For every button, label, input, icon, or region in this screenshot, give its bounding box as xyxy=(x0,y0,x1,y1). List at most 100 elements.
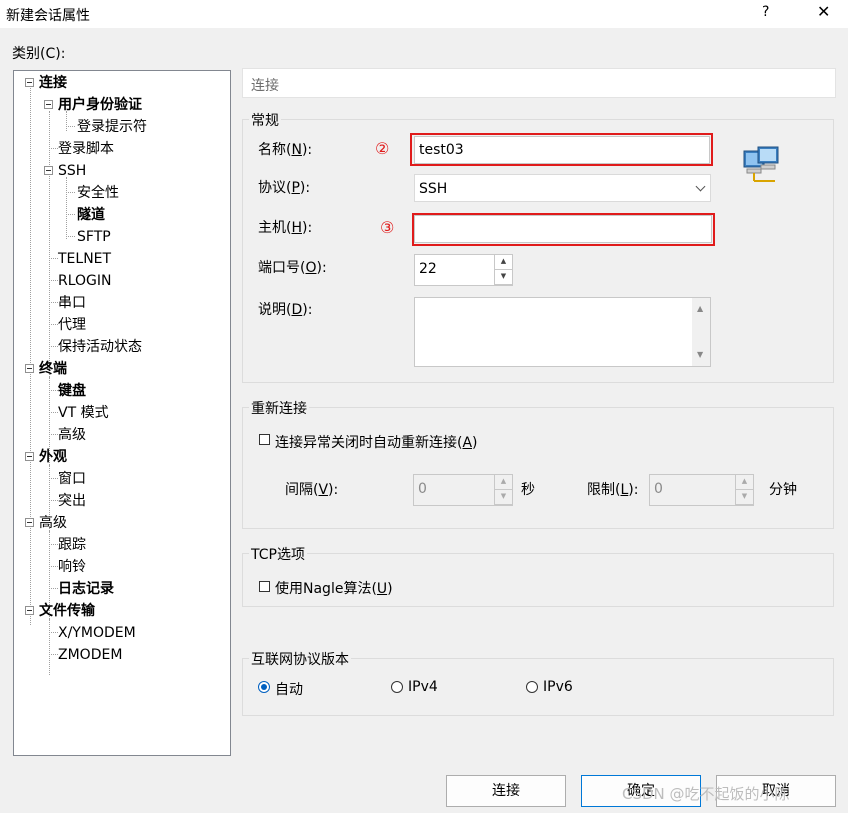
radio-ipv4-label[interactable]: IPv4 xyxy=(408,679,438,695)
tree-line xyxy=(49,478,58,479)
tree-line xyxy=(66,192,75,193)
tree-item-terminal[interactable]: 终端 xyxy=(39,360,67,378)
collapse-icon[interactable] xyxy=(44,100,53,109)
interval-unit: 秒 xyxy=(521,482,535,498)
radio-auto-label[interactable]: 自动 xyxy=(275,679,303,699)
scroll-down-icon[interactable]: ▼ xyxy=(697,350,703,359)
tree-item-appearance[interactable]: 外观 xyxy=(39,448,67,466)
radio-ipv6[interactable] xyxy=(526,681,538,693)
port-field[interactable]: 22 ▲ ▼ xyxy=(414,254,513,286)
tree-item-connection[interactable]: 连接 xyxy=(39,74,67,92)
scroll-up-icon[interactable]: ▲ xyxy=(697,304,703,313)
window-title: 新建会话属性 xyxy=(6,8,90,24)
tree-line xyxy=(49,390,58,391)
protocol-value: SSH xyxy=(419,181,448,197)
tree-line xyxy=(49,566,58,567)
ip-version-group-title: 互联网协议版本 xyxy=(249,649,351,669)
tree-item-serial[interactable]: 串口 xyxy=(58,294,86,312)
port-label: 端口号(O): xyxy=(258,260,327,276)
interval-spinner: ▲ ▼ xyxy=(494,475,512,505)
reconnect-group xyxy=(242,407,834,529)
port-spinner[interactable]: ▲ ▼ xyxy=(494,255,512,285)
annotation-3: ③ xyxy=(380,218,395,237)
spin-down-icon: ▼ xyxy=(736,490,753,505)
chevron-down-icon xyxy=(695,181,706,192)
protocol-label: 协议(P): xyxy=(258,180,311,196)
tree-line xyxy=(49,258,58,259)
limit-label: 限制(L): xyxy=(587,482,639,498)
tree-line xyxy=(49,654,58,655)
tree-line xyxy=(49,544,58,545)
category-label: 类别(C): xyxy=(12,46,66,62)
network-icon xyxy=(743,146,779,182)
collapse-icon[interactable] xyxy=(44,166,53,175)
category-tree[interactable]: 连接 用户身份验证 登录提示符 登录脚本 SSH 安全性 隧道 SFTP TEL… xyxy=(13,70,231,756)
close-icon[interactable]: ✕ xyxy=(817,2,830,21)
tree-item-keepalive[interactable]: 保持活动状态 xyxy=(58,338,142,356)
tree-item-terminal-advanced[interactable]: 高级 xyxy=(58,426,86,444)
tree-item-window[interactable]: 窗口 xyxy=(58,470,86,488)
collapse-icon[interactable] xyxy=(25,518,34,527)
radio-auto[interactable] xyxy=(258,681,270,693)
tree-item-keyboard[interactable]: 键盘 xyxy=(58,382,86,400)
tree-item-tunnel[interactable]: 隧道 xyxy=(77,206,105,224)
tree-item-xymodem[interactable]: X/YMODEM xyxy=(58,624,136,642)
tree-item-rlogin[interactable]: RLOGIN xyxy=(58,272,112,290)
spin-up-icon: ▲ xyxy=(736,475,753,490)
tree-line xyxy=(49,324,58,325)
radio-ipv4[interactable] xyxy=(391,681,403,693)
limit-spinner: ▲ ▼ xyxy=(735,475,753,505)
tree-item-login-script[interactable]: 登录脚本 xyxy=(58,140,114,158)
tree-item-file-transfer[interactable]: 文件传输 xyxy=(39,602,95,620)
tree-item-trace[interactable]: 跟踪 xyxy=(58,536,86,554)
tree-item-zmodem[interactable]: ZMODEM xyxy=(58,646,122,664)
auto-reconnect-label[interactable]: 连接异常关闭时自动重新连接(A) xyxy=(275,432,478,452)
radio-ipv6-label[interactable]: IPv6 xyxy=(543,679,573,695)
spin-up-icon[interactable]: ▲ xyxy=(495,255,512,270)
connect-button[interactable]: 连接 xyxy=(446,775,566,807)
tree-item-highlight[interactable]: 突出 xyxy=(58,492,86,510)
tree-line xyxy=(30,88,31,625)
tree-item-security[interactable]: 安全性 xyxy=(77,184,119,202)
collapse-icon[interactable] xyxy=(25,364,34,373)
interval-value: 0 xyxy=(418,481,427,497)
reconnect-group-title: 重新连接 xyxy=(249,398,309,418)
tree-item-vt-mode[interactable]: VT 模式 xyxy=(58,404,109,422)
description-field[interactable]: ▲ ▼ xyxy=(414,297,711,367)
tree-line xyxy=(49,302,58,303)
name-label: 名称(N): xyxy=(258,142,313,158)
interval-field: 0 ▲ ▼ xyxy=(413,474,513,506)
tree-item-advanced[interactable]: 高级 xyxy=(39,514,67,532)
auto-reconnect-checkbox[interactable] xyxy=(259,434,270,445)
limit-value: 0 xyxy=(654,481,663,497)
nagle-checkbox[interactable] xyxy=(259,581,270,592)
tree-line xyxy=(49,346,58,347)
annotation-2: ② xyxy=(375,139,390,158)
collapse-icon[interactable] xyxy=(25,452,34,461)
protocol-select[interactable]: SSH xyxy=(414,174,711,202)
section-header-text: 连接 xyxy=(251,78,279,94)
tree-item-proxy[interactable]: 代理 xyxy=(58,316,86,334)
tree-item-ssh[interactable]: SSH xyxy=(58,162,86,180)
tree-item-user-auth[interactable]: 用户身份验证 xyxy=(58,96,142,114)
port-value: 22 xyxy=(419,261,437,277)
tree-item-bell[interactable]: 响铃 xyxy=(58,558,86,576)
tree-line xyxy=(49,434,58,435)
host-label: 主机(H): xyxy=(258,220,313,236)
description-scrollbar[interactable]: ▲ ▼ xyxy=(692,298,710,366)
collapse-icon[interactable] xyxy=(25,606,34,615)
tree-line xyxy=(49,465,50,503)
tree-line xyxy=(66,214,75,215)
tree-item-telnet[interactable]: TELNET xyxy=(58,250,111,268)
tree-line xyxy=(49,280,58,281)
collapse-icon[interactable] xyxy=(25,78,34,87)
help-icon[interactable]: ? xyxy=(762,4,769,20)
limit-field: 0 ▲ ▼ xyxy=(649,474,754,506)
nagle-label[interactable]: 使用Nagle算法(U) xyxy=(275,578,393,598)
highlight-box xyxy=(412,213,715,246)
tree-item-sftp[interactable]: SFTP xyxy=(77,228,111,246)
tree-item-login-prompt[interactable]: 登录提示符 xyxy=(77,118,147,136)
title-bar: 新建会话属性 ? ✕ xyxy=(0,0,848,28)
tree-item-logging[interactable]: 日志记录 xyxy=(58,580,114,598)
spin-down-icon[interactable]: ▼ xyxy=(495,270,512,285)
